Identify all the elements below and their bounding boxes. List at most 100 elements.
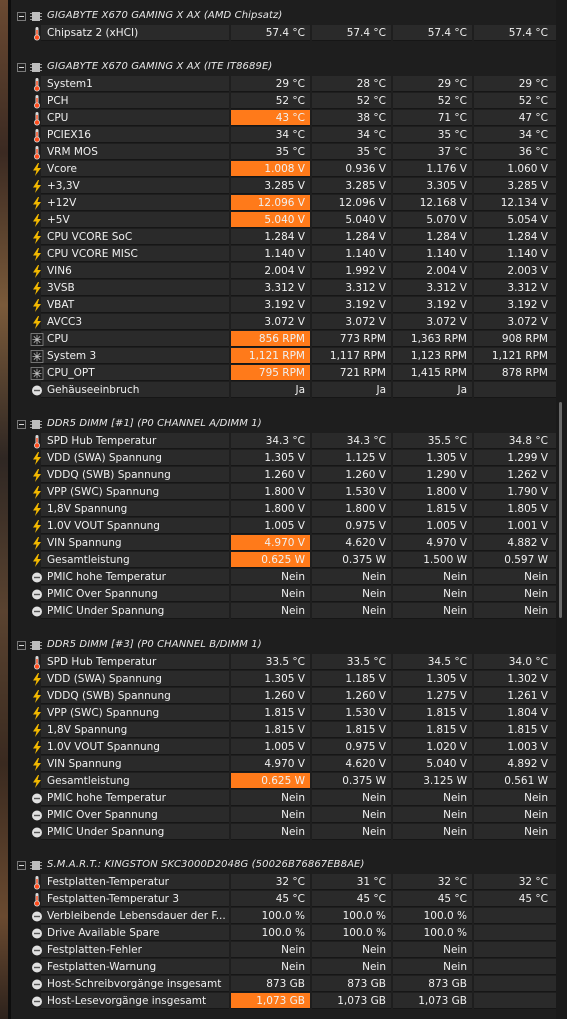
current-value: 1.140 V [264,248,305,260]
sensor-row-vpp-swc-spannung[interactable]: VPP (SWC) Spannung 1.815 V 1.530 V 1.815 V 1… [11,705,556,722]
sensor-row-5v[interactable]: +5V 5.040 V 5.040 V 5.070 V 5.054 V [11,212,556,229]
sensor-row-vdd-swa-spannung[interactable]: VDD (SWA) Spannung 1.305 V 1.125 V 1.305 V 1… [11,450,556,467]
value-cell [474,925,556,941]
sensor-row-vin-spannung[interactable]: VIN Spannung 4.970 V 4.620 V 4.970 V 4.882 V [11,535,556,552]
sensor-row-system-3[interactable]: System 3 1,121 RPM 1,117 RPM 1,123 RPM 1,121… [11,348,556,365]
average-value: 0.597 W [504,554,548,566]
sensor-row-vddq-swb-spannung[interactable]: VDDQ (SWB) Spannung 1.260 V 1.260 V 1.290 V… [11,467,556,484]
vertical-scrollbar[interactable] [556,0,567,1019]
current-value: 1.284 V [264,231,305,243]
sensor-row-vcore[interactable]: Vcore 1.008 V 0.936 V 1.176 V 1.060 V [11,161,556,178]
sensor-row-cpu-vcore-misc[interactable]: CPU VCORE MISC 1.140 V 1.140 V 1.140 V 1.140… [11,246,556,263]
sensor-row-vin6[interactable]: VIN6 2.004 V 1.992 V 2.004 V 2.003 V [11,263,556,280]
current-value: 3.312 V [264,282,305,294]
average-value: Nein [524,588,548,600]
collapse-toggle-icon[interactable] [17,420,26,429]
section-title: DDR5 DIMM [#3] (P0 CHANNEL B/DIMM 1) [47,639,262,650]
sensor-label: Host-Schreibvorgänge insgesamt [47,978,222,990]
sensor-row-gesamtleistung[interactable]: Gesamtleistung 0.625 W 0.375 W 1.500 W 0.597… [11,552,556,569]
sensor-row-pmic-under-spannung[interactable]: PMIC Under Spannung Nein Nein Nein Nein [11,824,556,841]
sensor-row-gesamtleistung[interactable]: Gesamtleistung 0.625 W 0.375 W 3.125 W 0.561… [11,773,556,790]
sensor-row-vddq-swb-spannung[interactable]: VDDQ (SWB) Spannung 1.260 V 1.260 V 1.275 V… [11,688,556,705]
sensor-row-vrm-mos[interactable]: VRM MOS 35 °C 35 °C 37 °C 36 °C [11,144,556,161]
collapse-toggle-icon[interactable] [17,641,26,650]
collapse-toggle-icon[interactable] [17,63,26,72]
current-value: 873 GB [266,978,305,990]
average-value: Nein [524,571,548,583]
sensor-row-pmic-under-spannung[interactable]: PMIC Under Spannung Nein Nein Nein Nein [11,603,556,620]
sensor-label: PMIC Under Spannung [47,605,165,617]
circle-icon [30,943,44,958]
sensor-row-1-0v-vout-spannung[interactable]: 1.0V VOUT Spannung 1.005 V 0.975 V 1.020 V 1… [11,739,556,756]
sensor-row-3-3v[interactable]: +3,3V 3.285 V 3.285 V 3.305 V 3.285 V [11,178,556,195]
average-value: 5.054 V [507,214,548,226]
sensor-row-host-schreibvorg-nge-insgesamt[interactable]: Host-Schreibvorgänge insgesamt 873 GB 873 … [11,976,556,993]
sensor-row-avcc3[interactable]: AVCC3 3.072 V 3.072 V 3.072 V 3.072 V [11,314,556,331]
sensor-row-host-lesevorg-nge-insgesamt[interactable]: Host-Lesevorgänge insgesamt 1,073 GB 1,073… [11,993,556,1010]
bolt-icon [30,689,44,704]
sensor-row-vpp-swc-spannung[interactable]: VPP (SWC) Spannung 1.800 V 1.530 V 1.800 V 1… [11,484,556,501]
sensor-row-cpu[interactable]: CPU 856 RPM 773 RPM 1,363 RPM 908 RPM [11,331,556,348]
sensor-row-pmic-hohe-temperatur[interactable]: PMIC hohe Temperatur Nein Nein Nein Nein [11,790,556,807]
minimum-value: 52 °C [356,95,386,107]
sensor-row-festplatten-temperatur[interactable]: Festplatten-Temperatur 32 °C 31 °C 32 °C 32 … [11,874,556,891]
section-header-2[interactable]: GIGABYTE X670 GAMING X AX (ITE IT8689E) [11,59,556,76]
sensor-row-pmic-over-spannung[interactable]: PMIC Over Spannung Nein Nein Nein Nein [11,807,556,824]
sensor-row-drive-available-spare[interactable]: Drive Available Spare 100.0 % 100.0 % 100.0… [11,925,556,942]
collapse-toggle-icon[interactable] [17,861,26,870]
minimum-value: 1.284 V [345,231,386,243]
thermometer-icon [30,145,44,160]
sensor-label: VDDQ (SWB) Spannung [47,469,171,481]
sensor-row-1-8v-spannung[interactable]: 1,8V Spannung 1.800 V 1.800 V 1.815 V 1.805 … [11,501,556,518]
sensor-row-spd-hub-temperatur[interactable]: SPD Hub Temperatur 34.3 °C 34.3 °C 35.5 °C 3… [11,433,556,450]
sensor-row-geh-useeinbruch[interactable]: Gehäuseeinbruch Ja Ja Ja [11,382,556,399]
sensor-row-3vsb[interactable]: 3VSB 3.312 V 3.312 V 3.312 V 3.312 V [11,280,556,297]
current-value: Nein [281,571,305,583]
sensor-row-1-8v-spannung[interactable]: 1,8V Spannung 1.815 V 1.815 V 1.815 V 1.815 … [11,722,556,739]
fan-icon [30,366,44,381]
minimum-value: 5.040 V [345,214,386,226]
sensor-row-pmic-hohe-temperatur[interactable]: PMIC hohe Temperatur Nein Nein Nein Nein [11,569,556,586]
bolt-icon [30,230,44,245]
sensor-label: SPD Hub Temperatur [47,656,157,668]
minimum-value: 1.260 V [345,690,386,702]
maximum-value: 2.004 V [426,265,467,277]
sensor-label: VBAT [47,299,75,311]
minimum-value: 1.125 V [345,452,386,464]
sensor-row-pch[interactable]: PCH 52 °C 52 °C 52 °C 52 °C [11,93,556,110]
sensor-row-cpu[interactable]: CPU 43 °C 38 °C 71 °C 47 °C [11,110,556,127]
current-value: Nein [281,826,305,838]
average-value: Nein [524,792,548,804]
maximum-value: Nein [443,944,467,956]
sensor-row-spd-hub-temperatur[interactable]: SPD Hub Temperatur 33.5 °C 33.5 °C 34.5 °C 3… [11,654,556,671]
sensor-row-vin-spannung[interactable]: VIN Spannung 4.970 V 4.620 V 5.040 V 4.892 V [11,756,556,773]
sensor-row-cpu-vcore-soc[interactable]: CPU VCORE SoC 1.284 V 1.284 V 1.284 V 1.284 … [11,229,556,246]
sensor-row-chipsatz-2-xhci[interactable]: Chipsatz 2 (xHCI) 57.4 °C 57.4 °C 57.4 °C 57… [11,25,556,42]
scrollbar-thumb[interactable] [559,402,562,618]
section-header-1[interactable]: GIGABYTE X670 GAMING X AX (AMD Chipsatz) [11,8,556,25]
circle-icon [30,383,44,398]
minimum-value: 4.620 V [345,537,386,549]
sensor-row-pciex16[interactable]: PCIEX16 34 °C 34 °C 35 °C 34 °C [11,127,556,144]
collapse-toggle-icon[interactable] [17,12,26,21]
sensor-row-system1[interactable]: System1 29 °C 28 °C 29 °C 29 °C [11,76,556,93]
thermometer-icon [30,434,44,449]
sensor-row-festplatten-fehler[interactable]: Festplatten-Fehler Nein Nein Nein [11,942,556,959]
sensor-row-verbleibende-lebensdauer-der-f[interactable]: Verbleibende Lebensdauer der F... 100.0 %… [11,908,556,925]
chip-icon [30,419,42,430]
average-value: 2.003 V [507,265,548,277]
sensor-row-festplatten-warnung[interactable]: Festplatten-Warnung Nein Nein Nein [11,959,556,976]
sensor-row-festplatten-temperatur-3[interactable]: Festplatten-Temperatur 3 45 °C 45 °C 45 °C 4… [11,891,556,908]
sensor-label: 1.0V VOUT Spannung [47,520,160,532]
minimum-value: Nein [362,961,386,973]
sensor-row-pmic-over-spannung[interactable]: PMIC Over Spannung Nein Nein Nein Nein [11,586,556,603]
sensor-label: CPU_OPT [47,367,95,379]
sensor-row-1-0v-vout-spannung[interactable]: 1.0V VOUT Spannung 1.005 V 0.975 V 1.005 V 1… [11,518,556,535]
section-header-3[interactable]: DDR5 DIMM [#1] (P0 CHANNEL A/DIMM 1) [11,416,556,433]
sensor-row-vbat[interactable]: VBAT 3.192 V 3.192 V 3.192 V 3.192 V [11,297,556,314]
section-header-4[interactable]: DDR5 DIMM [#3] (P0 CHANNEL B/DIMM 1) [11,637,556,654]
sensor-row-vdd-swa-spannung[interactable]: VDD (SWA) Spannung 1.305 V 1.185 V 1.305 V 1… [11,671,556,688]
sensor-row-12v[interactable]: +12V 12.096 V 12.096 V 12.168 V 12.134 V [11,195,556,212]
sensor-row-cpu-opt[interactable]: CPU_OPT 795 RPM 721 RPM 1,415 RPM 878 RPM [11,365,556,382]
section-header-5[interactable]: S.M.A.R.T.: KINGSTON SKC3000D2048G (5002… [11,857,556,874]
